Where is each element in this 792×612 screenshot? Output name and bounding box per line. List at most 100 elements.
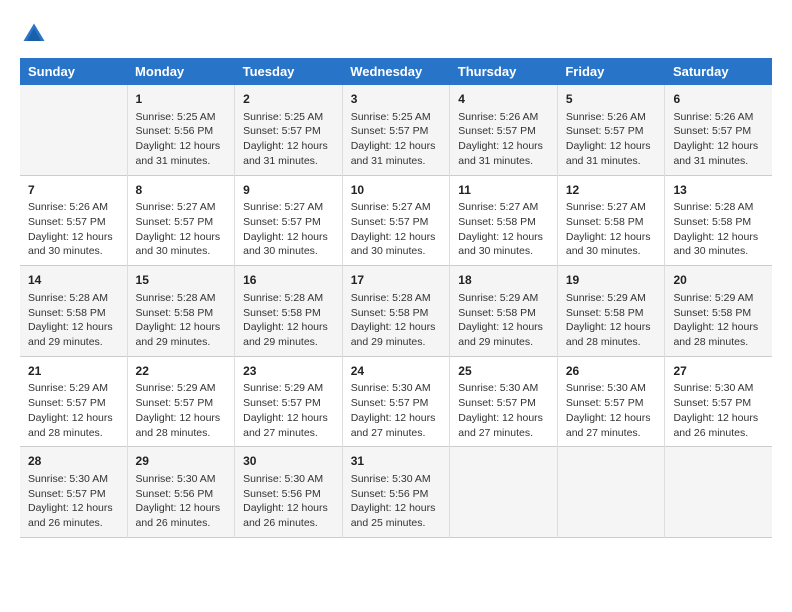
calendar-cell: 27Sunrise: 5:30 AM Sunset: 5:57 PM Dayli… xyxy=(665,356,772,447)
cell-info: Sunrise: 5:28 AM Sunset: 5:58 PM Dayligh… xyxy=(243,291,334,350)
cell-info: Sunrise: 5:29 AM Sunset: 5:57 PM Dayligh… xyxy=(28,381,119,440)
day-number: 4 xyxy=(458,91,549,108)
day-number: 30 xyxy=(243,453,334,470)
calendar-cell: 30 Sunrise: 5:30 AM Sunset: 5:56 PM Dayli… xyxy=(235,447,343,538)
cell-info: Sunrise: 5:27 AM Sunset: 5:57 PM Dayligh… xyxy=(351,200,442,259)
calendar-cell: 11Sunrise: 5:27 AM Sunset: 5:58 PM Dayli… xyxy=(450,175,558,266)
col-header-saturday: Saturday xyxy=(665,58,772,85)
cell-info: Sunrise: 5:25 AM Sunset: 5:56 PM Dayligh… xyxy=(136,110,227,169)
day-number: 10 xyxy=(351,182,442,199)
week-row-5: 28 Sunrise: 5:30 AM Sunset: 5:57 PM Dayli… xyxy=(20,447,772,538)
cell-info: Sunrise: 5:26 AM Sunset: 5:57 PM Dayligh… xyxy=(566,110,657,169)
day-number: 8 xyxy=(136,182,227,199)
cell-info: Sunrise: 5:30 AM Sunset: 5:57 PM Dayligh… xyxy=(566,381,657,440)
cell-info: Sunrise: 5:26 AM Sunset: 5:57 PM Dayligh… xyxy=(673,110,764,169)
day-number: 17 xyxy=(351,272,442,289)
day-number: 9 xyxy=(243,182,334,199)
cell-info: Sunrise: 5:27 AM Sunset: 5:58 PM Dayligh… xyxy=(458,200,549,259)
calendar-cell: 16Sunrise: 5:28 AM Sunset: 5:58 PM Dayli… xyxy=(235,266,343,357)
calendar-cell: 12Sunrise: 5:27 AM Sunset: 5:58 PM Dayli… xyxy=(557,175,665,266)
col-header-tuesday: Tuesday xyxy=(235,58,343,85)
day-number: 21 xyxy=(28,363,119,380)
col-header-sunday: Sunday xyxy=(20,58,127,85)
cell-info: Sunrise: 5:28 AM Sunset: 5:58 PM Dayligh… xyxy=(673,200,764,259)
calendar-cell: 31 Sunrise: 5:30 AM Sunset: 5:56 PM Dayli… xyxy=(342,447,450,538)
col-header-thursday: Thursday xyxy=(450,58,558,85)
calendar-cell: 26Sunrise: 5:30 AM Sunset: 5:57 PM Dayli… xyxy=(557,356,665,447)
cell-info: Sunrise: 5:27 AM Sunset: 5:57 PM Dayligh… xyxy=(243,200,334,259)
day-number: 12 xyxy=(566,182,657,199)
day-number: 25 xyxy=(458,363,549,380)
col-header-wednesday: Wednesday xyxy=(342,58,450,85)
day-number: 13 xyxy=(673,182,764,199)
week-row-4: 21Sunrise: 5:29 AM Sunset: 5:57 PM Dayli… xyxy=(20,356,772,447)
calendar-cell: 13Sunrise: 5:28 AM Sunset: 5:58 PM Dayli… xyxy=(665,175,772,266)
logo-icon xyxy=(20,20,48,48)
day-number: 2 xyxy=(243,91,334,108)
week-row-1: 1 Sunrise: 5:25 AM Sunset: 5:56 PM Daylig… xyxy=(20,85,772,175)
calendar-cell: 28 Sunrise: 5:30 AM Sunset: 5:57 PM Dayli… xyxy=(20,447,127,538)
day-number: 20 xyxy=(673,272,764,289)
calendar-cell: 14 Sunrise: 5:28 AM Sunset: 5:58 PM Dayli… xyxy=(20,266,127,357)
day-number: 3 xyxy=(351,91,442,108)
calendar-cell: 20 Sunrise: 5:29 AM Sunset: 5:58 PM Dayli… xyxy=(665,266,772,357)
cell-info: Sunrise: 5:30 AM Sunset: 5:57 PM Dayligh… xyxy=(458,381,549,440)
day-number: 31 xyxy=(351,453,442,470)
calendar-cell: 25Sunrise: 5:30 AM Sunset: 5:57 PM Dayli… xyxy=(450,356,558,447)
header-row: SundayMondayTuesdayWednesdayThursdayFrid… xyxy=(20,58,772,85)
calendar-cell: 23Sunrise: 5:29 AM Sunset: 5:57 PM Dayli… xyxy=(235,356,343,447)
cell-info: Sunrise: 5:28 AM Sunset: 5:58 PM Dayligh… xyxy=(28,291,119,350)
day-number: 14 xyxy=(28,272,119,289)
day-number: 27 xyxy=(673,363,764,380)
cell-info: Sunrise: 5:29 AM Sunset: 5:58 PM Dayligh… xyxy=(458,291,549,350)
calendar-cell: 24Sunrise: 5:30 AM Sunset: 5:57 PM Dayli… xyxy=(342,356,450,447)
week-row-2: 7Sunrise: 5:26 AM Sunset: 5:57 PM Daylig… xyxy=(20,175,772,266)
page-header xyxy=(20,20,772,48)
cell-info: Sunrise: 5:29 AM Sunset: 5:58 PM Dayligh… xyxy=(673,291,764,350)
calendar-cell: 29 Sunrise: 5:30 AM Sunset: 5:56 PM Dayli… xyxy=(127,447,235,538)
cell-info: Sunrise: 5:25 AM Sunset: 5:57 PM Dayligh… xyxy=(243,110,334,169)
day-number: 28 xyxy=(28,453,119,470)
calendar-cell: 15 Sunrise: 5:28 AM Sunset: 5:58 PM Dayli… xyxy=(127,266,235,357)
calendar-cell: 1 Sunrise: 5:25 AM Sunset: 5:56 PM Daylig… xyxy=(127,85,235,175)
day-number: 7 xyxy=(28,182,119,199)
calendar-cell: 5 Sunrise: 5:26 AM Sunset: 5:57 PM Daylig… xyxy=(557,85,665,175)
day-number: 26 xyxy=(566,363,657,380)
day-number: 22 xyxy=(136,363,227,380)
calendar-cell: 4 Sunrise: 5:26 AM Sunset: 5:57 PM Daylig… xyxy=(450,85,558,175)
calendar-cell: 19Sunrise: 5:29 AM Sunset: 5:58 PM Dayli… xyxy=(557,266,665,357)
col-header-friday: Friday xyxy=(557,58,665,85)
cell-info: Sunrise: 5:27 AM Sunset: 5:58 PM Dayligh… xyxy=(566,200,657,259)
cell-info: Sunrise: 5:30 AM Sunset: 5:56 PM Dayligh… xyxy=(136,472,227,531)
calendar-cell: 21Sunrise: 5:29 AM Sunset: 5:57 PM Dayli… xyxy=(20,356,127,447)
day-number: 5 xyxy=(566,91,657,108)
cell-info: Sunrise: 5:28 AM Sunset: 5:58 PM Dayligh… xyxy=(351,291,442,350)
cell-info: Sunrise: 5:30 AM Sunset: 5:57 PM Dayligh… xyxy=(673,381,764,440)
calendar-cell: 22Sunrise: 5:29 AM Sunset: 5:57 PM Dayli… xyxy=(127,356,235,447)
day-number: 23 xyxy=(243,363,334,380)
cell-info: Sunrise: 5:30 AM Sunset: 5:57 PM Dayligh… xyxy=(351,381,442,440)
cell-info: Sunrise: 5:29 AM Sunset: 5:57 PM Dayligh… xyxy=(243,381,334,440)
day-number: 24 xyxy=(351,363,442,380)
cell-info: Sunrise: 5:30 AM Sunset: 5:56 PM Dayligh… xyxy=(243,472,334,531)
day-number: 15 xyxy=(136,272,227,289)
calendar-cell: 9Sunrise: 5:27 AM Sunset: 5:57 PM Daylig… xyxy=(235,175,343,266)
cell-info: Sunrise: 5:27 AM Sunset: 5:57 PM Dayligh… xyxy=(136,200,227,259)
cell-info: Sunrise: 5:30 AM Sunset: 5:56 PM Dayligh… xyxy=(351,472,442,531)
day-number: 19 xyxy=(566,272,657,289)
calendar-cell: 2 Sunrise: 5:25 AM Sunset: 5:57 PM Daylig… xyxy=(235,85,343,175)
calendar-cell: 6 Sunrise: 5:26 AM Sunset: 5:57 PM Daylig… xyxy=(665,85,772,175)
calendar-cell: 18 Sunrise: 5:29 AM Sunset: 5:58 PM Dayli… xyxy=(450,266,558,357)
calendar-cell xyxy=(665,447,772,538)
cell-info: Sunrise: 5:26 AM Sunset: 5:57 PM Dayligh… xyxy=(458,110,549,169)
day-number: 1 xyxy=(136,91,227,108)
week-row-3: 14 Sunrise: 5:28 AM Sunset: 5:58 PM Dayli… xyxy=(20,266,772,357)
day-number: 18 xyxy=(458,272,549,289)
calendar-table: SundayMondayTuesdayWednesdayThursdayFrid… xyxy=(20,58,772,538)
cell-info: Sunrise: 5:30 AM Sunset: 5:57 PM Dayligh… xyxy=(28,472,119,531)
calendar-cell: 7Sunrise: 5:26 AM Sunset: 5:57 PM Daylig… xyxy=(20,175,127,266)
day-number: 29 xyxy=(136,453,227,470)
calendar-cell: 10Sunrise: 5:27 AM Sunset: 5:57 PM Dayli… xyxy=(342,175,450,266)
cell-info: Sunrise: 5:28 AM Sunset: 5:58 PM Dayligh… xyxy=(136,291,227,350)
day-number: 6 xyxy=(673,91,764,108)
